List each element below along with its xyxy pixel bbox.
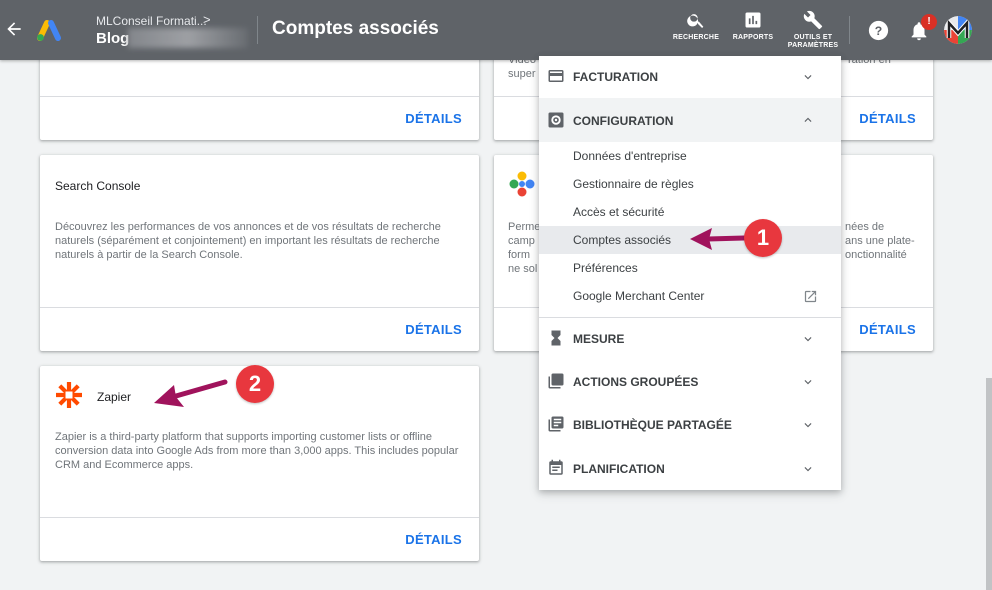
tools-label-line1: OUTILS ET [793, 34, 833, 41]
copy-stack-icon [548, 373, 564, 389]
card-footer: DÉTAILS [40, 517, 479, 561]
reports-icon [745, 12, 761, 28]
card-desc-fragment: onctionnalité [845, 249, 907, 261]
account-subname[interactable]: Blog [96, 30, 129, 47]
chevron-down-icon [804, 380, 812, 385]
menu-section-label: FACTURATION [573, 70, 659, 84]
chevron-down-icon [804, 337, 812, 342]
card-desc-fragment: Perme [508, 221, 541, 233]
menu-item-label: Accès et sécurité [573, 205, 665, 219]
menu-item-preferences[interactable]: Préférences [539, 254, 841, 282]
page-scrollbar[interactable] [986, 378, 992, 590]
chevron-down-icon [804, 467, 812, 472]
svg-text:?: ? [875, 24, 882, 38]
menu-item-rules[interactable]: Gestionnaire de règles [539, 170, 841, 198]
account-chevron-icon[interactable]: > [203, 12, 211, 27]
product-logo-icon [509, 171, 535, 197]
menu-section-label: BIBLIOTHÈQUE PARTAGÉE [573, 418, 732, 432]
menu-section-planning[interactable]: PLANIFICATION [539, 448, 841, 490]
details-button[interactable]: DÉTAILS [405, 322, 462, 337]
tools-label-line2: PARAMÈTRES [787, 42, 839, 49]
gear-icon [548, 112, 564, 128]
search-icon [687, 14, 704, 28]
library-icon [548, 416, 564, 432]
avatar[interactable] [944, 16, 972, 44]
annotation-step-1: 1 [744, 219, 782, 257]
details-button[interactable]: DÉTAILS [405, 111, 462, 126]
annotation-arrow-2 [154, 379, 228, 407]
card-description: Zapier is a third-party platform that su… [55, 431, 459, 471]
tools-settings-button[interactable]: OUTILS ET PARAMÈTRES [777, 10, 849, 50]
card-desc-fragment: camp [508, 235, 535, 247]
blurred-account-id [128, 28, 248, 48]
calendar-icon [549, 459, 563, 475]
page-title: Comptes associés [272, 18, 439, 39]
search-console-card: Search Console Découvrez les performance… [40, 155, 479, 351]
menu-section-setup[interactable]: CONFIGURATION [539, 98, 841, 142]
tools-settings-menu: FACTURATION CONFIGURATION Données d'entr… [539, 56, 841, 490]
hourglass-icon [551, 330, 561, 346]
card-description: Découvrez les performances de vos annonc… [55, 221, 441, 261]
menu-item-label: Données d'entreprise [573, 149, 687, 163]
menu-section-label: MESURE [573, 332, 625, 346]
details-button[interactable]: DÉTAILS [405, 532, 462, 547]
menu-item-business-data[interactable]: Données d'entreprise [539, 142, 841, 170]
wrench-icon [803, 10, 823, 30]
details-button[interactable]: DÉTAILS [859, 111, 916, 126]
account-name[interactable]: MLConseil Formati... [96, 14, 207, 28]
menu-section-label: ACTIONS GROUPÉES [573, 375, 699, 389]
menu-item-label: Google Merchant Center [573, 289, 705, 303]
chevron-up-icon [804, 117, 812, 122]
external-link-icon [804, 290, 817, 303]
details-button[interactable]: DÉTAILS [859, 322, 916, 337]
menu-item-label: Comptes associés [573, 233, 672, 247]
card-desc-fragment: super [508, 68, 536, 80]
annotation-step-2: 2 [236, 365, 274, 403]
header-divider-right [849, 16, 850, 44]
top-app-bar: MLConseil Formati... > Blog Comptes asso… [0, 0, 992, 60]
chevron-down-icon [804, 423, 812, 428]
card-title: Zapier [97, 390, 132, 404]
back-arrow-icon[interactable] [4, 19, 24, 39]
card-title: Search Console [55, 179, 141, 193]
card-desc-fragment: nées de [845, 221, 885, 233]
card-footer: DÉTAILS [40, 307, 479, 351]
header-divider [257, 16, 258, 44]
card-desc-fragment: form [508, 249, 530, 261]
tools-settings-label: OUTILS ET PARAMÈTRES [777, 34, 849, 50]
card-desc-fragment: ne sol [508, 263, 538, 275]
card-desc-fragment: ans une plate- [845, 235, 915, 247]
menu-section-measurement[interactable]: MESURE [539, 318, 841, 360]
menu-item-merchant-center[interactable]: Google Merchant Center [539, 282, 841, 310]
menu-section-shared-library[interactable]: BIBLIOTHÈQUE PARTAGÉE [539, 404, 841, 446]
menu-item-access-security[interactable]: Accès et sécurité [539, 198, 841, 226]
annotation-arrow-1 [690, 228, 746, 250]
menu-section-bulk-actions[interactable]: ACTIONS GROUPÉES [539, 361, 841, 403]
notification-badge: ! [921, 14, 937, 30]
credit-card-icon [548, 70, 564, 82]
menu-item-label: Gestionnaire de règles [573, 177, 694, 191]
chevron-down-icon [804, 75, 812, 80]
zapier-logo-icon [56, 382, 82, 408]
help-icon[interactable]: ? [868, 20, 889, 41]
menu-section-billing[interactable]: FACTURATION [539, 56, 841, 98]
menu-section-label: CONFIGURATION [573, 114, 674, 128]
google-ads-logo[interactable] [36, 17, 62, 43]
menu-item-label: Préférences [573, 261, 638, 275]
card-footer: DÉTAILS [40, 96, 479, 140]
menu-section-label: PLANIFICATION [573, 462, 665, 476]
